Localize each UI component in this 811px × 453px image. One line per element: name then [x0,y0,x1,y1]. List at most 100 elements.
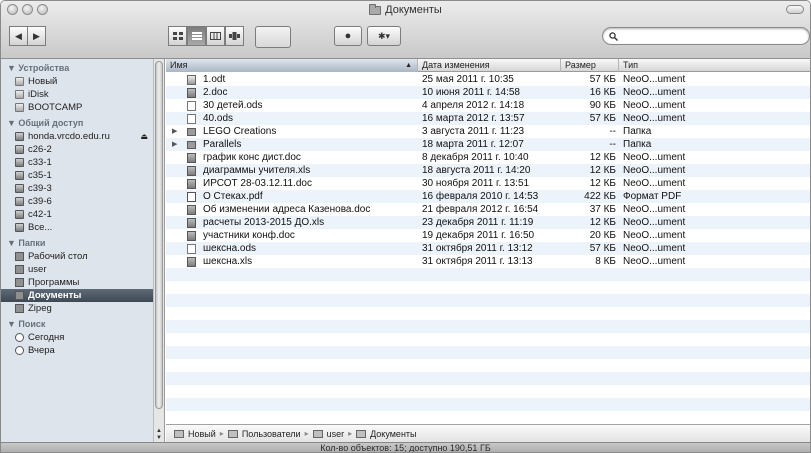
path-separator-icon: ▸ [219,429,224,438]
sidebar-item[interactable]: Вчера [1,344,154,357]
file-size: 12 КБ [589,152,616,163]
quick-look-button[interactable]: ● [334,26,362,46]
sidebar-item[interactable]: iDisk [1,88,154,101]
disclosure-triangle-icon[interactable]: ▶ [172,125,180,138]
search-field[interactable] [602,27,810,45]
file-row[interactable]: 2.doc 10 июня 2011 г. 14:58 16 КБ NeoO...um… [166,86,810,99]
sidebar-item[interactable]: honda.vrcdo.edu.ru ⏏ [1,130,154,143]
file-size: 8 КБ [595,256,616,267]
sidebar-item-label: Программы [28,277,80,288]
doc-file-icon [187,153,196,163]
sidebar-item-label: Рабочий стол [28,251,88,262]
file-row[interactable]: расчеты 2013-2015 ДО.xls 23 декабря 2011 … [166,216,810,229]
path-segment[interactable]: Пользователи [242,429,301,439]
column-name-header[interactable]: Имя ▲ [166,59,418,72]
sidebar-scroll-thumb[interactable] [155,61,163,409]
doc-file-icon [187,257,196,267]
sidebar-item[interactable]: c39-6 [1,195,154,208]
path-segment[interactable]: user [327,429,345,439]
file-row[interactable]: 40.ods 16 марта 2012 г. 13:57 57 КБ NeoO...… [166,112,810,125]
sidebar-item-label: BOOTCAMP [28,102,83,113]
coverflow-view-button[interactable] [225,26,244,46]
file-row[interactable]: 30 детей.ods 4 апреля 2012 г. 14:18 90 КБ N… [166,99,810,112]
sidebar-item[interactable]: c26-2 [1,143,154,156]
file-type: Формат PDF [623,191,682,202]
empty-row [166,359,810,372]
empty-row [166,294,810,307]
sidebar-item[interactable]: BOOTCAMP [1,101,154,114]
network-computer-icon [15,145,24,154]
empty-row [166,333,810,346]
file-row[interactable]: О Стеках.pdf 16 февраля 2010 г. 14:53 422 … [166,190,810,203]
file-size: 37 КБ [589,204,616,215]
action-menu-button[interactable]: ✱▾ [367,26,401,46]
file-size: 20 КБ [589,230,616,241]
sidebar-item[interactable]: c42-1 [1,208,154,221]
column-name-label: Имя [170,60,188,70]
file-name: диаграммы учителя.xls [203,165,311,176]
folder-icon [15,291,24,300]
icon-view-button[interactable] [168,26,187,46]
sidebar-item[interactable]: c33-1 [1,156,154,169]
eject-icon[interactable]: ⏏ [140,130,148,143]
file-type: NeoO...ument [623,256,686,267]
file-type: NeoO...ument [623,178,686,189]
file-row[interactable]: ▶ LEGO Creations 3 августа 2011 г. 11:23 --… [166,125,810,138]
doc-file-icon [187,205,196,215]
disclosure-triangle-icon[interactable]: ▶ [172,138,180,151]
back-button[interactable]: ◀ [9,26,28,46]
path-segment[interactable]: Новый [188,429,216,439]
file-size: 12 КБ [589,165,616,176]
sidebar-item[interactable]: Документы [1,289,154,302]
file-type: NeoO...ument [623,204,686,215]
column-type-header[interactable]: Тип [619,59,810,72]
file-row[interactable]: участники конф.doc 19 декабря 2011 г. 16:… [166,229,810,242]
column-size-header[interactable]: Размер [561,59,619,72]
file-date: 31 октября 2011 г. 13:12 [422,243,533,254]
sidebar-item[interactable]: c35-1 [1,169,154,182]
column-view-button[interactable] [206,26,225,46]
sidebar-scrollbar[interactable]: ▲ ▼ [153,59,164,442]
file-type: NeoO...ument [623,100,686,111]
sidebar-item-label: Сегодня [28,332,65,343]
file-row[interactable]: график конс дист.doc 8 декабря 2011 г. 10… [166,151,810,164]
empty-row [166,372,810,385]
sidebar-section-header[interactable]: ▼ Общий доступ [1,117,154,130]
sidebar-section-header[interactable]: ▼ Устройства [1,62,154,75]
scroll-arrows[interactable]: ▲ ▼ [154,428,164,442]
file-row[interactable]: ▶ Parallels 18 марта 2011 г. 12:07 -- Папка [166,138,810,151]
file-size: -- [609,139,616,150]
file-row[interactable]: ИРСОТ 28-03.12.11.doc 30 ноября 2011 г. 1… [166,177,810,190]
sidebar-item[interactable]: Сегодня [1,331,154,344]
column-date-header[interactable]: Дата изменения [418,59,561,72]
file-type: NeoO...ument [623,74,686,85]
columns-icon [210,32,221,40]
blank-file-icon [187,114,196,124]
forward-button[interactable]: ▶ [27,26,46,46]
file-date: 23 декабря 2011 г. 11:19 [422,217,534,228]
file-row[interactable]: диаграммы учителя.xls 18 августа 2011 г. … [166,164,810,177]
list-view-button[interactable] [187,26,206,46]
sidebar-item[interactable]: Рабочий стол [1,250,154,263]
new-folder-button[interactable] [255,26,291,48]
sidebar-item[interactable]: c39-3 [1,182,154,195]
toolbar-toggle-button[interactable] [786,5,804,14]
file-size: 16 КБ [589,87,616,98]
file-row[interactable]: Об изменении адреса Казенова.doc 21 февра… [166,203,810,216]
sidebar-section-header[interactable]: ▼ Папки [1,237,154,250]
network-computer-icon [15,197,24,206]
file-row[interactable]: шексна.ods 31 октября 2011 г. 13:12 57 КБ N… [166,242,810,255]
sidebar-item[interactable]: Программы [1,276,154,289]
sidebar-item[interactable]: user [1,263,154,276]
file-row[interactable]: шексна.xls 31 октября 2011 г. 13:13 8 КБ Ne… [166,255,810,268]
sidebar-section-header[interactable]: ▼ Поиск [1,318,154,331]
file-size: 12 КБ [589,217,616,228]
file-row[interactable]: 1.odt 25 мая 2011 г. 10:35 57 КБ NeoO...ume… [166,73,810,86]
sidebar-item[interactable]: Zipeg [1,302,154,315]
file-type: NeoO...ument [623,87,686,98]
path-segment[interactable]: Документы [370,429,416,439]
sidebar-item[interactable]: Все... [1,221,154,234]
clock-icon [15,333,24,342]
sidebar-item[interactable]: Новый [1,75,154,88]
grid-icon [172,32,183,40]
